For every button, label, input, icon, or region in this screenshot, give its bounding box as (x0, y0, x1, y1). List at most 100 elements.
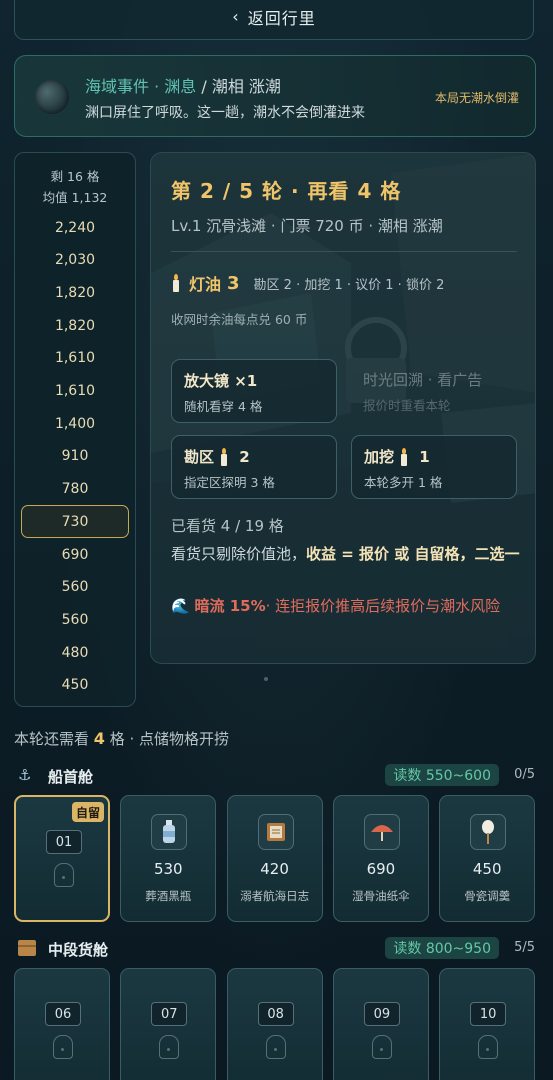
cargo-slot-opened[interactable]: 690 湿骨油纸伞 (332, 795, 429, 922)
section-title: 中段货舱 (48, 941, 109, 959)
rule-bold: 收益 = 报价 或 自留格，二选一 (306, 545, 520, 563)
slot-number: 07 (151, 1002, 188, 1026)
lock-icon (159, 1035, 180, 1059)
cargo-slot-opened[interactable]: 530 葬酒黑瓶 (120, 795, 217, 922)
price-pool-item: 560 (61, 579, 89, 596)
section-bow-hold: ⚓ 船首舱 读数 550~600 0/5 (14, 764, 539, 788)
divider (171, 251, 517, 252)
risk-text: · 连拒报价推高后续报价与潮水风险 (265, 597, 501, 615)
keep-tag: 自留 (71, 802, 104, 822)
price-pool-item: 480 (61, 644, 89, 661)
round-title: 第 2 / 5 轮 · 再看 4 格 (171, 179, 402, 203)
tool-desc: 本轮多开 1 格 (364, 475, 443, 490)
price-pool-item: 1,610 (54, 350, 96, 367)
extra-dig-button[interactable]: 加挖 1 本轮多开 1 格 (351, 435, 517, 499)
remaining-instruction: 本轮还需看 4 格 · 点储物格开捞 (14, 728, 229, 749)
tool-oil-cost: 2 (239, 447, 250, 466)
cargo-slot-locked[interactable]: 09 (332, 968, 429, 1080)
remain-prefix: 本轮还需看 (14, 730, 94, 748)
item-price: 690 (366, 860, 396, 878)
cargo-slot-locked[interactable]: 06 (14, 968, 110, 1080)
remain-count: 4 (93, 729, 105, 748)
price-pool-item: 730 (21, 505, 129, 539)
logbook-icon (257, 814, 294, 850)
price-pool-item: 560 (61, 611, 89, 628)
price-pool-item: 910 (61, 448, 89, 465)
event-description: 渊口屏住了呼吸。这一趟，潮水不会倒灌进来 (85, 105, 365, 121)
back-button[interactable]: ‹ 返回行里 (14, 0, 534, 40)
price-pool-column: 剩 16 格 均值 1,132 2,240 2,030 1,820 1,820 1,61… (14, 152, 136, 707)
lamp-oil-label: 灯油 (189, 275, 222, 294)
price-pool-item: 450 (61, 677, 89, 694)
cargo-slot-locked[interactable]: 10 (439, 968, 536, 1080)
tool-oil-cost: 1 (419, 447, 430, 466)
cargo-slot-opened[interactable]: 420 溺者航海日志 (226, 795, 323, 922)
slot-number: 08 (257, 1002, 294, 1026)
section-count: 5/5 (514, 940, 535, 955)
umbrella-icon (363, 814, 400, 850)
candle-icon (399, 447, 409, 466)
price-pool-item: 1,610 (54, 383, 96, 399)
back-button-label: 返回行里 (247, 8, 316, 28)
round-subtitle: Lv.1 沉骨浅滩 · 门票 720 币 · 潮相 涨潮 (171, 217, 443, 235)
tool-desc: 随机看穿 4 格 (184, 399, 263, 414)
lamp-oil-note: 收网时余油每点兑 60 币 (171, 312, 308, 327)
survey-zone-button[interactable]: 勘区 2 指定区探明 3 格 (171, 435, 337, 499)
risk-bold: 暗流 15% (194, 597, 266, 615)
item-price: 530 (153, 860, 183, 878)
lock-icon (54, 863, 74, 887)
remaining-cells: 剩 16 格 (50, 169, 100, 184)
event-title: 海域事件 · 渊息 / 潮相 涨潮 (85, 73, 281, 97)
event-side-note: 本局无潮水倒灌 (434, 91, 519, 105)
spoon-icon (470, 814, 507, 850)
tool-title: 勘区 2 (184, 446, 250, 467)
average-value: 均值 1,132 (42, 190, 108, 205)
cargo-slot-locked[interactable]: 08 (226, 968, 323, 1080)
tool-desc: 报价时重看本轮 (363, 398, 451, 413)
event-title-main: 海域事件 · 渊息 (85, 77, 197, 96)
lock-icon (53, 1035, 73, 1059)
slot-number: 01 (46, 830, 82, 854)
price-pool-item: 780 (61, 481, 89, 498)
sea-event-banner: 海域事件 · 渊息 / 潮相 涨潮 渊口屏住了呼吸。这一趟，潮水不会倒灌进来 本… (14, 55, 536, 137)
slot-number: 09 (363, 1002, 400, 1026)
item-name: 湿骨油纸伞 (352, 889, 410, 903)
reading-range-badge: 读数 550~600 (385, 764, 499, 786)
lamp-oil-costs: 勘区 2 · 加挖 1 · 议价 1 · 锁价 2 (253, 277, 445, 293)
chevron-left-icon: ‹ (232, 7, 240, 26)
item-price: 420 (260, 860, 289, 878)
crate-icon (18, 940, 36, 960)
price-pool-item: 1,820 (54, 284, 96, 301)
cargo-slot-locked[interactable]: 07 (120, 968, 217, 1080)
cargo-slot-locked[interactable]: 自留 01 (14, 795, 110, 922)
remain-suffix: · 点储物格开捞 (124, 730, 230, 748)
lock-icon (265, 1035, 286, 1059)
tool-desc: 指定区探明 3 格 (184, 475, 275, 490)
section-title: 船首舱 (48, 768, 94, 786)
lamp-oil-value: 3 (227, 272, 240, 294)
price-pool-item: 2,240 (54, 219, 96, 236)
time-rewind-ad-button[interactable]: 时光回溯 · 看广告 报价时重看本轮 (351, 359, 517, 423)
tool-title: 加挖 1 (364, 446, 430, 467)
lock-icon (371, 1035, 392, 1059)
lock-icon (478, 1035, 499, 1059)
magnifier-tool-button[interactable]: 放大镜 ×1 随机看穿 4 格 (171, 359, 337, 423)
item-price: 450 (472, 860, 502, 878)
slot-number: 10 (470, 1002, 507, 1026)
section-mid-hold: 中段货舱 读数 800~950 5/5 (14, 937, 539, 961)
bottle-icon (151, 814, 188, 850)
event-title-tide: / 潮相 涨潮 (196, 77, 281, 96)
undercurrent-risk: 🌊 暗流 15%· 连拒报价推高后续报价与潮水风险 (171, 593, 521, 619)
wave-icon: 🌊 (171, 597, 190, 615)
price-pool-item: 2,030 (54, 252, 96, 269)
reading-range-badge: 读数 800~950 (385, 937, 499, 959)
remain-unit: 格 (104, 730, 125, 748)
round-info-card: 第 2 / 5 轮 · 再看 4 格 Lv.1 沉骨浅滩 · 门票 720 币 … (150, 152, 536, 664)
item-name: 葬酒黑瓶 (145, 889, 192, 903)
seen-count: 已看货 4 / 19 格 (171, 517, 284, 535)
tool-title: 放大镜 ×1 (184, 372, 258, 390)
tool-title: 时光回溯 · 看广告 (363, 371, 483, 389)
item-name: 骨瓷调羹 (464, 889, 511, 903)
cargo-slot-opened[interactable]: 450 骨瓷调羹 (439, 795, 536, 922)
price-pool-item: 1,400 (54, 415, 96, 432)
